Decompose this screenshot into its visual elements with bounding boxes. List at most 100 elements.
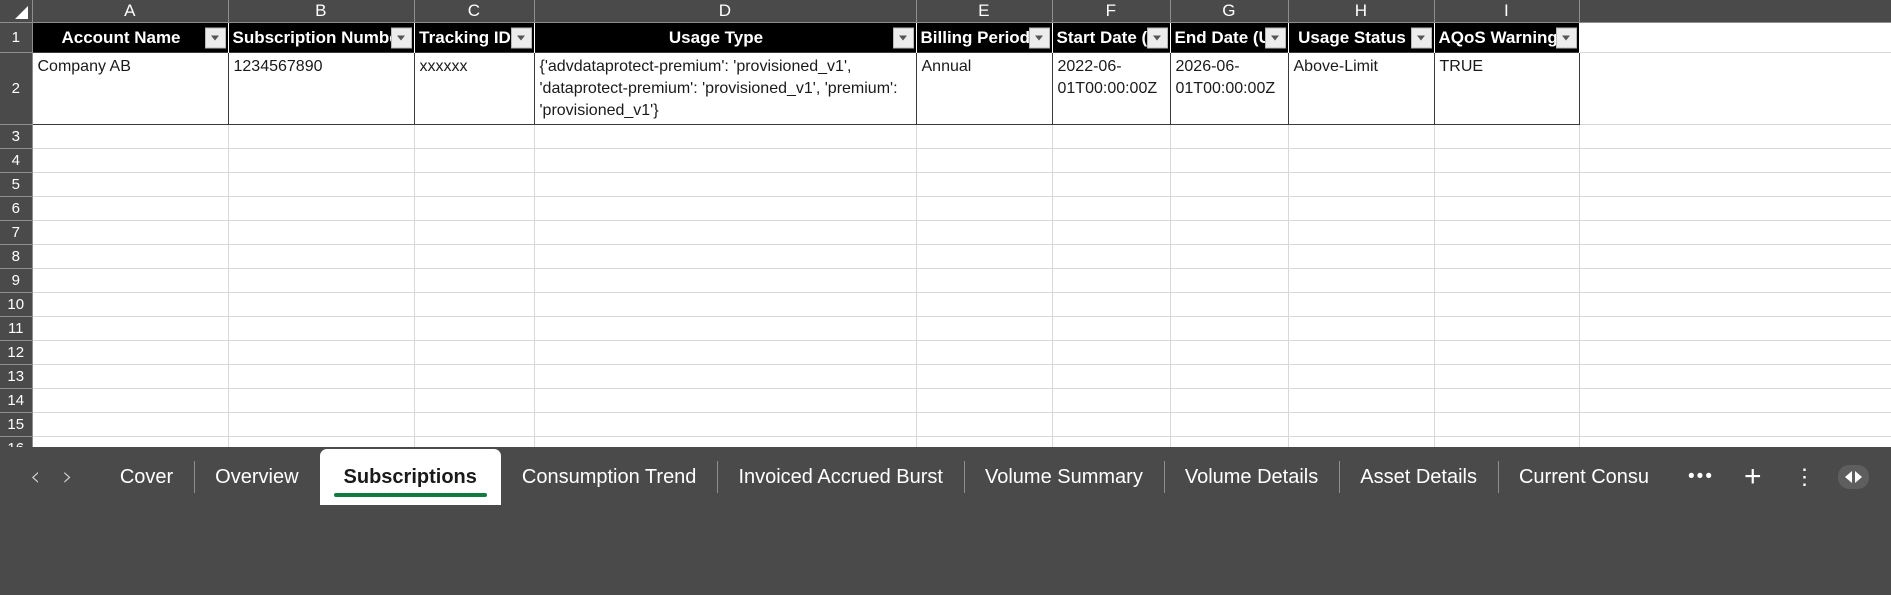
select-all-corner[interactable] xyxy=(0,0,32,23)
column-header-g[interactable]: G xyxy=(1170,0,1288,23)
empty-cell[interactable] xyxy=(534,317,916,341)
empty-cell[interactable] xyxy=(228,269,414,293)
empty-cell[interactable] xyxy=(534,341,916,365)
empty-cell[interactable] xyxy=(534,389,916,413)
sheet-tab-current-consumption[interactable]: Current Consu xyxy=(1498,449,1670,505)
empty-cell[interactable] xyxy=(1579,173,1891,197)
empty-cell[interactable] xyxy=(228,341,414,365)
empty-cell[interactable] xyxy=(228,317,414,341)
empty-cell[interactable] xyxy=(1052,365,1170,389)
empty-cell[interactable] xyxy=(916,389,1052,413)
cell-subscription-number[interactable]: 1234567890 xyxy=(228,53,414,125)
empty-cell[interactable] xyxy=(1434,149,1579,173)
empty-cell[interactable] xyxy=(1288,413,1434,437)
empty-cell[interactable] xyxy=(1170,413,1288,437)
empty-cell[interactable] xyxy=(414,413,534,437)
empty-cell[interactable] xyxy=(228,125,414,149)
column-header-d[interactable]: D xyxy=(534,0,916,23)
empty-cell[interactable] xyxy=(916,413,1052,437)
empty-cell[interactable] xyxy=(1288,341,1434,365)
empty-cell[interactable] xyxy=(1170,365,1288,389)
row-number-14[interactable]: 14 xyxy=(0,389,32,413)
empty-cell[interactable] xyxy=(228,365,414,389)
empty-cell[interactable] xyxy=(228,221,414,245)
empty-cell[interactable] xyxy=(1288,269,1434,293)
empty-cell[interactable] xyxy=(1434,125,1579,149)
row-number-6[interactable]: 6 xyxy=(0,197,32,221)
empty-cell[interactable] xyxy=(1288,149,1434,173)
empty-cell[interactable] xyxy=(916,149,1052,173)
row-number-9[interactable]: 9 xyxy=(0,269,32,293)
cell-tracking-id[interactable]: xxxxxx xyxy=(414,53,534,125)
empty-cell[interactable] xyxy=(534,245,916,269)
empty-cell[interactable] xyxy=(1170,173,1288,197)
empty-cell[interactable] xyxy=(534,365,916,389)
empty-cell[interactable] xyxy=(1579,269,1891,293)
empty-cell[interactable] xyxy=(1434,293,1579,317)
empty-cell[interactable] xyxy=(1434,269,1579,293)
empty-cell[interactable] xyxy=(1052,173,1170,197)
empty-cell[interactable] xyxy=(32,365,228,389)
empty-cell[interactable] xyxy=(1052,293,1170,317)
empty-cell[interactable] xyxy=(228,293,414,317)
empty-cell[interactable] xyxy=(414,269,534,293)
empty-cell[interactable] xyxy=(1434,245,1579,269)
empty-cell[interactable] xyxy=(916,269,1052,293)
empty-cell[interactable] xyxy=(1052,317,1170,341)
row-number-5[interactable]: 5 xyxy=(0,173,32,197)
empty-cell[interactable] xyxy=(228,389,414,413)
column-header-i[interactable]: I xyxy=(1434,0,1579,23)
row-number-10[interactable]: 10 xyxy=(0,293,32,317)
empty-cell[interactable] xyxy=(414,173,534,197)
sheet-tab-invoiced-accrued-burst[interactable]: Invoiced Accrued Burst xyxy=(717,449,964,505)
empty-cell[interactable] xyxy=(1434,389,1579,413)
row-number-4[interactable]: 4 xyxy=(0,149,32,173)
sheet-tab-consumption-trend[interactable]: Consumption Trend xyxy=(501,449,718,505)
cell-end-date[interactable]: 2026-06-01T00:00:00Z xyxy=(1170,53,1288,125)
row-number-2[interactable]: 2 xyxy=(0,53,32,125)
empty-cell[interactable] xyxy=(414,365,534,389)
empty-cell[interactable] xyxy=(32,413,228,437)
sheet-tab-overview[interactable]: Overview xyxy=(194,449,319,505)
empty-cell[interactable] xyxy=(1579,149,1891,173)
filter-dropdown-usage-type[interactable] xyxy=(893,27,914,48)
empty-cell[interactable] xyxy=(414,293,534,317)
empty-cell[interactable] xyxy=(228,245,414,269)
empty-cell[interactable] xyxy=(1170,125,1288,149)
more-options-icon[interactable]: ⋮ xyxy=(1778,449,1832,505)
row-number-8[interactable]: 8 xyxy=(0,245,32,269)
filter-dropdown-start-date[interactable] xyxy=(1147,27,1168,48)
empty-cell[interactable] xyxy=(1434,317,1579,341)
cell-aqos-warning[interactable]: TRUE xyxy=(1434,53,1579,125)
empty-cell[interactable] xyxy=(534,125,916,149)
empty-cell[interactable] xyxy=(1170,317,1288,341)
row-number-1[interactable]: 1 xyxy=(0,23,32,53)
empty-cell[interactable] xyxy=(32,317,228,341)
empty-cell[interactable] xyxy=(1288,389,1434,413)
empty-cell[interactable] xyxy=(534,149,916,173)
empty-cell[interactable] xyxy=(1052,341,1170,365)
empty-cell[interactable] xyxy=(1052,269,1170,293)
empty-cell[interactable] xyxy=(916,245,1052,269)
empty-cell[interactable] xyxy=(1170,149,1288,173)
filter-dropdown-usage-status[interactable] xyxy=(1411,27,1432,48)
row-number-13[interactable]: 13 xyxy=(0,365,32,389)
empty-cell[interactable] xyxy=(32,341,228,365)
empty-cell[interactable] xyxy=(1579,125,1891,149)
add-sheet-icon[interactable]: + xyxy=(1728,449,1778,505)
empty-cell[interactable] xyxy=(1434,365,1579,389)
empty-cell[interactable] xyxy=(1170,221,1288,245)
empty-cell[interactable] xyxy=(32,245,228,269)
empty-cell[interactable] xyxy=(1288,245,1434,269)
empty-cell[interactable] xyxy=(1170,293,1288,317)
empty-cell[interactable] xyxy=(1579,197,1891,221)
empty-cell[interactable] xyxy=(414,317,534,341)
row-number-7[interactable]: 7 xyxy=(0,221,32,245)
empty-cell[interactable] xyxy=(916,221,1052,245)
empty-cell[interactable] xyxy=(1052,197,1170,221)
empty-cell[interactable] xyxy=(32,269,228,293)
empty-cell[interactable] xyxy=(1579,293,1891,317)
empty-cell[interactable] xyxy=(916,341,1052,365)
scroll-right-icon[interactable] xyxy=(1855,471,1862,483)
empty-cell[interactable] xyxy=(1434,341,1579,365)
